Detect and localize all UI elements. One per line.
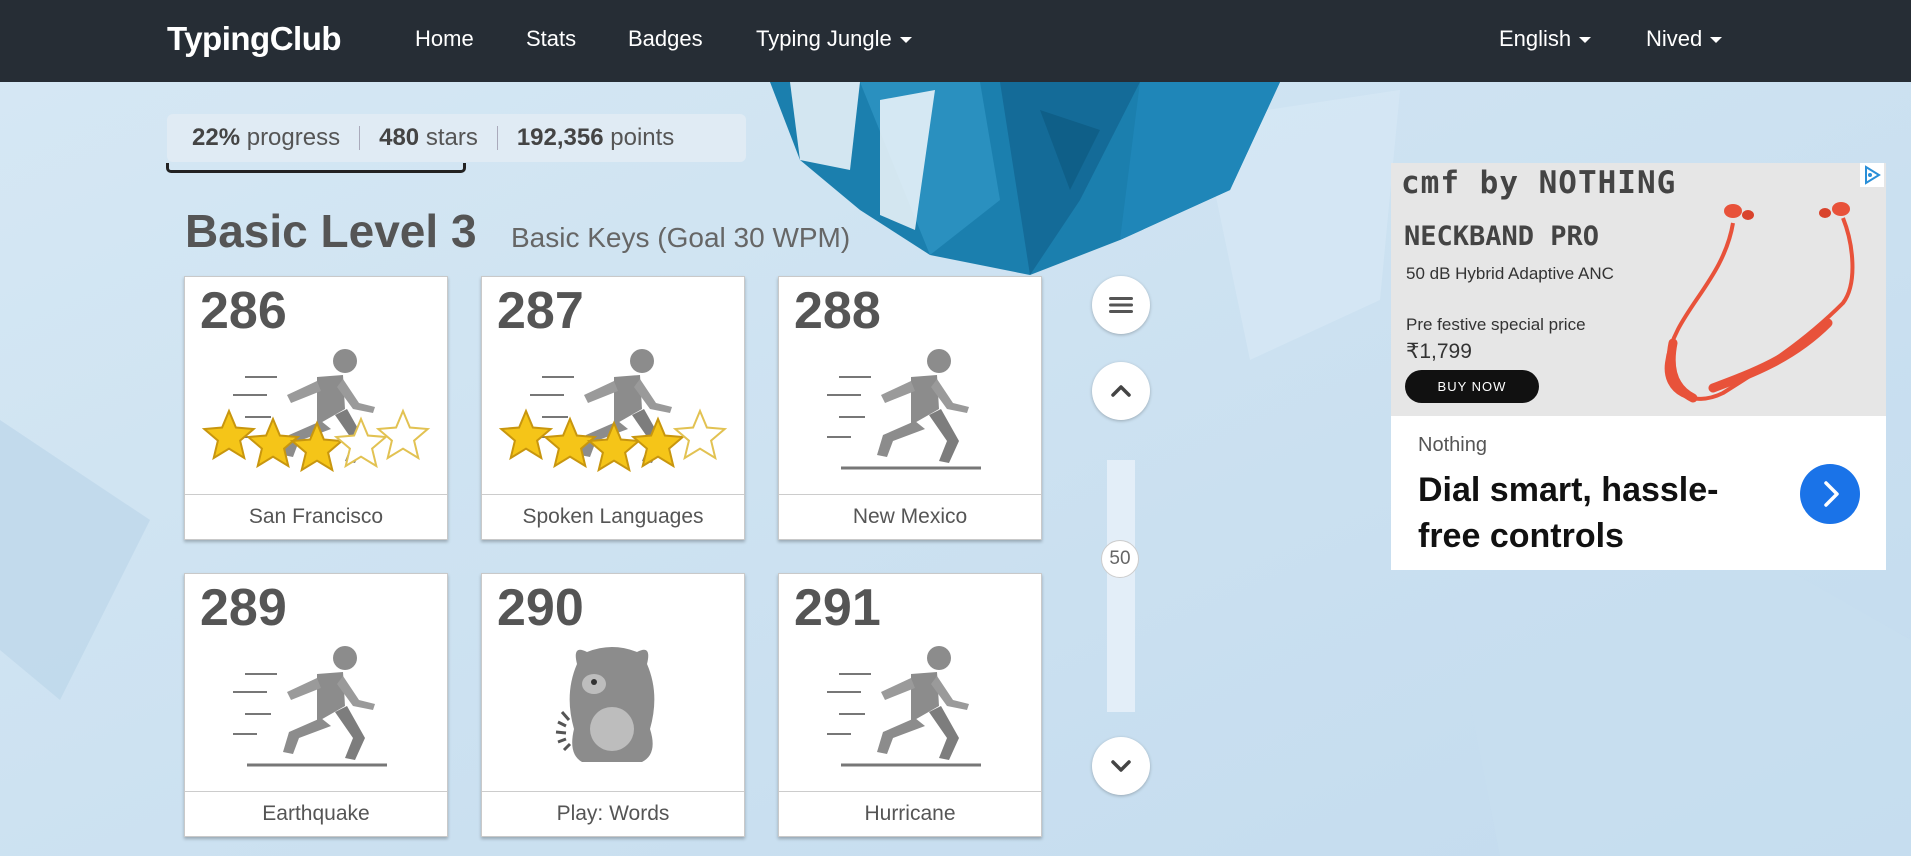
lesson-art: [779, 337, 1041, 472]
level-title: Basic Level 3: [185, 205, 477, 257]
top-navbar: TypingClub Home Stats Badges Typing Jung…: [0, 0, 1911, 82]
ad-product: NECKBAND PRO: [1404, 221, 1600, 252]
nav-home[interactable]: Home: [415, 26, 474, 52]
chevron-down-icon: [1579, 37, 1592, 44]
points-label: points: [610, 124, 675, 151]
lesson-name: San Francisco: [185, 494, 447, 539]
stars-value: 480: [379, 124, 420, 151]
lesson-art: [779, 634, 1041, 769]
chevron-down-icon: [1111, 760, 1131, 772]
lesson-card[interactable]: 290 Play: Words: [481, 573, 745, 837]
runner-icon: [201, 349, 431, 473]
star-filled-icon: [245, 416, 301, 469]
star-filled-icon: [289, 420, 345, 473]
lesson-number: 289: [200, 579, 287, 637]
ad-promo: Pre festive special price: [1406, 315, 1586, 334]
ad-feature: 50 dB Hybrid Adaptive ANC: [1406, 264, 1614, 283]
lesson-name: Play: Words: [482, 791, 744, 836]
lesson-card[interactable]: 289 Earthquake: [184, 573, 448, 837]
progress-value: 22%: [192, 124, 241, 151]
ad-advertiser: Nothing: [1418, 434, 1487, 456]
user-name: Nived: [1646, 26, 1703, 51]
lesson-number: 286: [200, 282, 287, 340]
lesson-card[interactable]: 287 Spoken Languages: [481, 276, 745, 540]
lesson-name: New Mexico: [779, 494, 1041, 539]
nav-typing-jungle-label: Typing Jungle: [756, 26, 892, 51]
chevron-up-icon: [1111, 385, 1131, 397]
star-filled-icon: [586, 420, 642, 473]
neckband-earphones-image: [1664, 202, 1855, 403]
runner-icon: [233, 646, 387, 767]
level-scroll-handle[interactable]: 50: [1101, 540, 1139, 578]
lesson-card[interactable]: 288 New Mexico: [778, 276, 1042, 540]
advertisement[interactable]: cmf by NOTHING NECKBAND PRO 50 dB Hybrid…: [1391, 163, 1886, 570]
language-label: English: [1499, 26, 1572, 51]
hamburger-icon: [1109, 297, 1133, 313]
lesson-card[interactable]: 291 Hurricane: [778, 573, 1042, 837]
lesson-number: 288: [794, 282, 881, 340]
star-filled-icon: [498, 408, 554, 461]
ad-brand: cmf by NOTHING: [1401, 165, 1677, 201]
star-filled-icon: [542, 416, 598, 469]
ad-price: ₹1,799: [1406, 340, 1472, 363]
ad-cta-button[interactable]: [1800, 464, 1860, 524]
star-filled-icon: [201, 408, 257, 461]
ad-image[interactable]: cmf by NOTHING NECKBAND PRO 50 dB Hybrid…: [1391, 163, 1886, 416]
menu-button[interactable]: [1092, 276, 1150, 334]
lesson-art: [482, 634, 744, 769]
lesson-name: Hurricane: [779, 791, 1041, 836]
lesson-art: [185, 337, 447, 473]
ad-headline[interactable]: Dial smart, hassle-free controls: [1418, 467, 1758, 559]
lesson-number: 290: [497, 579, 584, 637]
lesson-number: 291: [794, 579, 881, 637]
ad-buy-button[interactable]: BUY NOW: [1405, 370, 1539, 403]
nav-badges[interactable]: Badges: [628, 26, 703, 52]
nav-typing-jungle-dropdown[interactable]: Typing Jungle: [756, 26, 912, 52]
monster-icon: [555, 647, 655, 762]
language-dropdown[interactable]: English: [1499, 26, 1592, 52]
progress-indicator: [166, 163, 466, 173]
adchoices-icon: [1860, 163, 1884, 187]
progress-label: progress: [246, 124, 341, 151]
lesson-card[interactable]: 286 San Francisco: [184, 276, 448, 540]
points-value: 192,356: [516, 124, 604, 151]
divider: [359, 126, 361, 150]
user-menu-dropdown[interactable]: Nived: [1646, 26, 1723, 52]
lesson-name: Spoken Languages: [482, 494, 744, 539]
chevron-down-icon: [899, 37, 912, 44]
chevron-right-icon: [1824, 481, 1839, 507]
runner-icon: [827, 349, 981, 470]
scroll-up-button[interactable]: [1092, 362, 1150, 420]
runner-icon: [827, 646, 981, 767]
nav-stats[interactable]: Stats: [526, 26, 576, 52]
lesson-art: [185, 634, 447, 769]
level-subtitle: Basic Keys (Goal 30 WPM): [511, 222, 851, 253]
stats-bar[interactable]: 22% progress 480 stars 192,356 points: [167, 114, 746, 162]
lesson-name: Earthquake: [185, 791, 447, 836]
chevron-down-icon: [1710, 37, 1723, 44]
lesson-art: [482, 337, 744, 473]
divider: [496, 126, 498, 150]
star-empty-icon: [672, 408, 728, 461]
star-empty-icon: [375, 408, 431, 461]
runner-icon: [498, 349, 728, 473]
stars-label: stars: [425, 124, 478, 151]
scroll-down-button[interactable]: [1092, 737, 1150, 795]
brand-logo[interactable]: TypingClub: [167, 20, 342, 58]
lesson-number: 287: [497, 282, 584, 340]
level-scroll-track[interactable]: [1107, 460, 1135, 712]
